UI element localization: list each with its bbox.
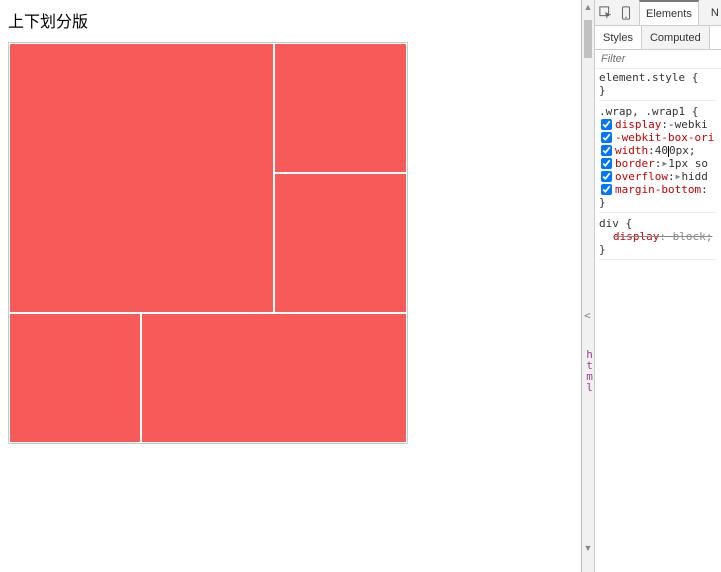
decl-webkit-box-orient[interactable]: -webkit-box-ori — [599, 131, 717, 144]
toggle-border[interactable] — [601, 158, 612, 169]
decl-overflow[interactable]: overflow:▶ hidd — [599, 170, 717, 183]
cell-mid-right — [274, 173, 407, 313]
toggle-width[interactable] — [601, 145, 612, 156]
decl-div-display[interactable]: display: block; — [599, 230, 717, 243]
decl-border[interactable]: border:▶ 1px so — [599, 157, 717, 170]
devtools-main: Elements N Styles Computed element.style… — [595, 0, 721, 572]
devtools-tabbar: Elements N — [595, 0, 721, 26]
scroll-up-icon[interactable]: ▲ — [582, 0, 594, 13]
page-title: 上下划分版 — [8, 8, 573, 32]
rule-element-style[interactable]: element.style { } — [599, 71, 717, 101]
styles-filter-input[interactable] — [601, 53, 715, 65]
toggle-webkit-box-orient[interactable] — [601, 132, 612, 143]
row-top — [9, 43, 407, 313]
page-content: 上下划分版 — [0, 0, 581, 572]
cell-bottom-right — [141, 313, 407, 443]
rule-div[interactable]: div { display: block; } — [599, 217, 717, 260]
decl-margin-bottom[interactable]: margin-bottom: — [599, 183, 717, 196]
tab-elements[interactable]: Elements — [639, 0, 699, 25]
toggle-display[interactable] — [601, 119, 612, 130]
selector-div: div — [599, 217, 619, 230]
expand-icon[interactable]: ▶ — [675, 172, 682, 181]
row-bottom — [9, 313, 407, 443]
cell-top-left — [9, 43, 274, 313]
cell-top-right — [274, 43, 407, 173]
styles-tabbar: Styles Computed — [595, 26, 721, 50]
selector-element-style: element.style — [599, 71, 685, 84]
decl-display[interactable]: display: -webki — [599, 118, 717, 131]
decl-width[interactable]: width: 400px; — [599, 144, 717, 157]
gutter-bracket: < — [584, 309, 591, 322]
inspect-icon[interactable] — [599, 5, 613, 21]
col-top-right — [274, 43, 407, 313]
scroll-thumb[interactable] — [584, 20, 592, 58]
subtab-styles[interactable]: Styles — [595, 26, 642, 49]
styles-body: element.style { } .wrap, .wrap1 { displa… — [595, 69, 721, 572]
cell-bottom-left — [9, 313, 141, 443]
brace-close: } — [599, 84, 606, 97]
expand-icon[interactable]: ▶ — [661, 159, 668, 168]
brace-open: { — [692, 71, 699, 84]
subtab-computed[interactable]: Computed — [642, 26, 710, 49]
filter-row — [595, 50, 721, 69]
wrap-container — [8, 42, 408, 444]
tab-next[interactable]: N — [705, 0, 721, 25]
page-scrollbar[interactable]: ▲ < html ▼ — [582, 0, 595, 572]
toggle-margin-bottom[interactable] — [601, 184, 612, 195]
selector-wrap: .wrap, .wrap1 — [599, 105, 685, 118]
rule-wrap[interactable]: .wrap, .wrap1 { display: -webki -webkit-… — [599, 105, 717, 213]
toggle-overflow[interactable] — [601, 171, 612, 182]
devtools-panel: ▲ < html ▼ Elements N Styles Computed el… — [581, 0, 721, 572]
device-icon[interactable] — [619, 5, 633, 21]
scroll-down-icon[interactable]: ▼ — [582, 541, 594, 554]
